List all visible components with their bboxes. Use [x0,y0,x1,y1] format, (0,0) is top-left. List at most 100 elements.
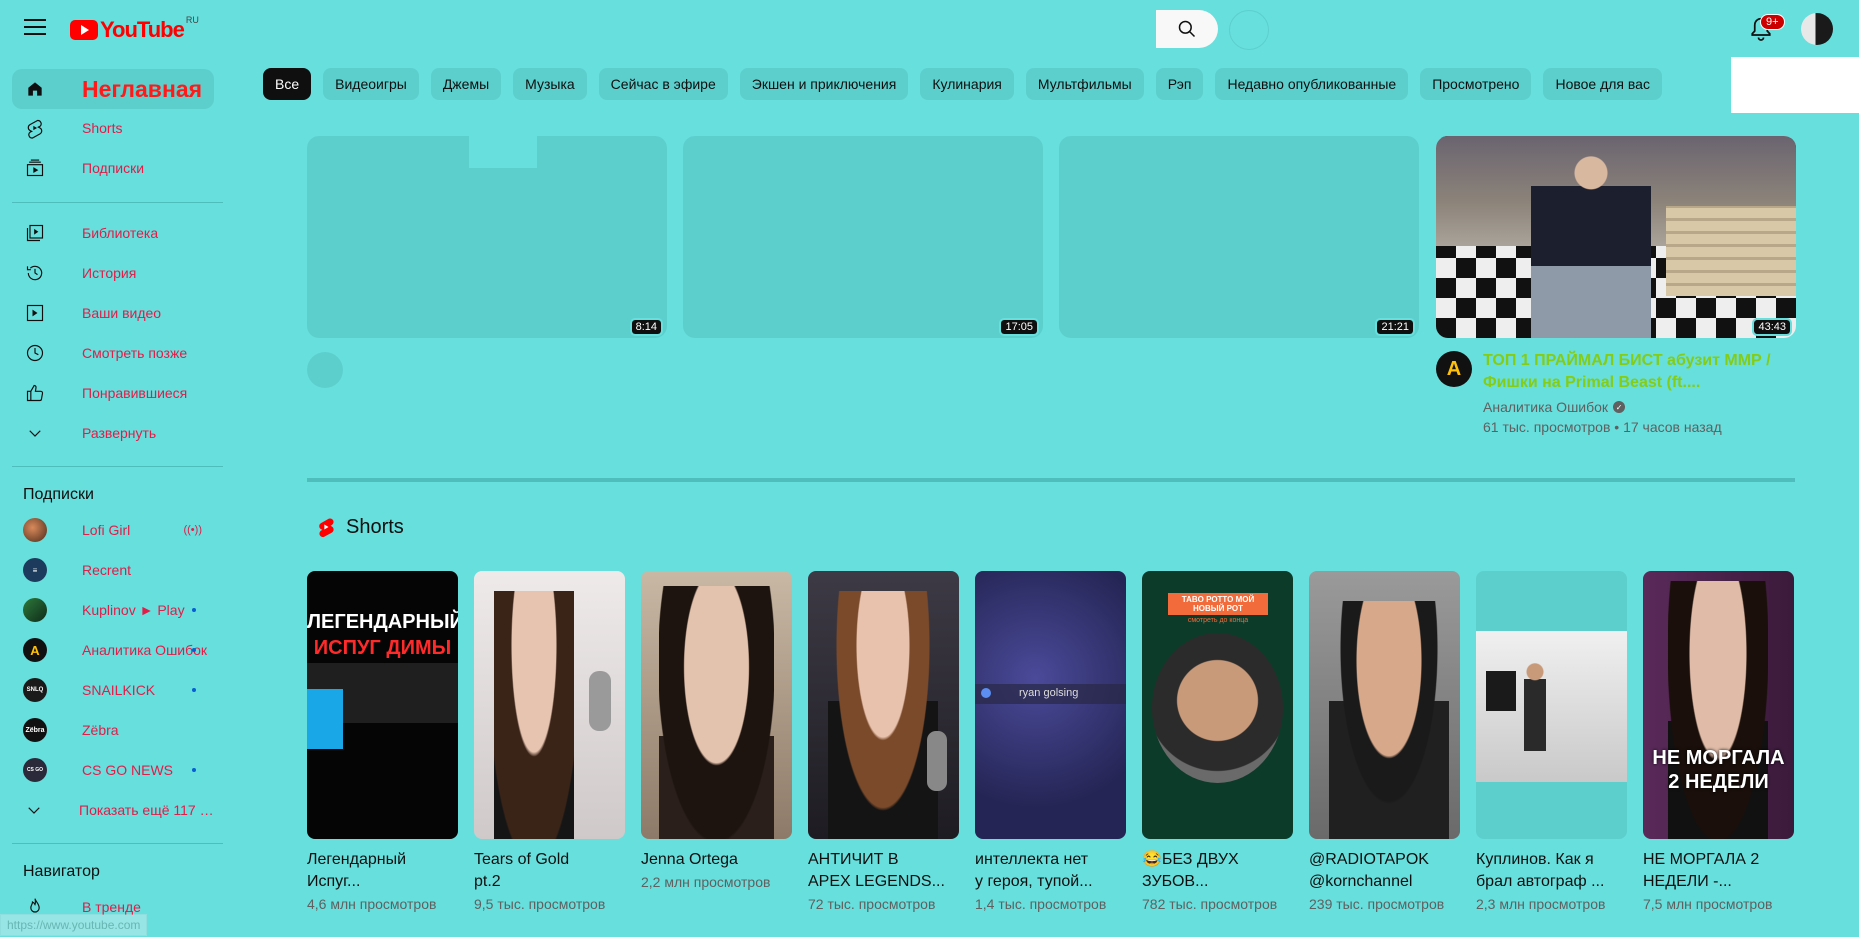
short-views: 2,3 млн просмотров [1476,896,1606,912]
account-avatar[interactable] [1801,13,1833,45]
sidebar-item-history[interactable]: История [12,253,214,293]
chip[interactable]: Видеоигры [323,68,419,100]
short-views: 239 тыс. просмотров [1309,896,1445,912]
sidebar-item-expand[interactable]: Развернуть [12,413,214,453]
short-thumbnail[interactable] [808,571,959,839]
short-info[interactable]: интеллекта нет у героя, тупой... 1,4 тыс… [975,849,1125,916]
short-thumbnail[interactable]: НЕ МОРГАЛА 2 НЕДЕЛИ [1643,571,1794,839]
chip[interactable]: Экшен и приключения [739,68,909,100]
section-divider [307,478,1795,482]
short-info[interactable]: АНТИЧИТ В APEX LEGENDS... 72 тыс. просмо… [808,849,958,916]
video-title[interactable]: ТОП 1 ПРАЙМАЛ БИСТ абузит ММР / Фишки на… [1483,350,1783,394]
chip[interactable]: Мультфильмы [1025,68,1144,100]
subscriptions-icon [23,156,47,180]
short-thumbnail[interactable]: ryan golsing [975,571,1126,839]
video-channel[interactable]: Аналитика Ошибок ✓ [1483,399,1626,415]
short-title-line: pt.2 [474,873,501,890]
short-title-line: у героя, тупой... [975,873,1093,890]
chip[interactable]: Рэп [1155,68,1204,100]
short-title-line: 😂БЕЗ ДВУХ [1142,851,1239,868]
youtube-play-icon [70,20,98,40]
short-title-line: Испуг... [307,873,361,890]
channel-avatar-placeholder [307,352,343,388]
shorts-heading: Shorts [346,515,404,538]
chevron-down-icon [23,798,44,822]
chevron-down-icon [23,421,47,445]
search-button[interactable] [1156,10,1218,48]
shorts-section-header: Shorts [316,515,404,539]
youtube-logo[interactable]: YouTube RU [70,15,199,43]
chip-all[interactable]: Все [263,68,312,100]
sidebar-channel-snailkick[interactable]: SNLQ SNAILKICK [12,670,214,710]
sidebar-item-shorts[interactable]: Shorts [12,108,214,148]
short-info[interactable]: 😂БЕЗ ДВУХ ЗУБОВ... 782 тыс. просмотров [1142,849,1292,916]
chip[interactable]: Джемы [430,68,502,100]
short-image-frame [1476,631,1627,782]
new-content-dot [192,688,196,692]
short-overlay-text: ЛЕГЕНДАРНЫЙ [307,611,458,633]
channel-avatar [23,518,47,542]
short-thumbnail[interactable] [1309,571,1460,839]
sidebar-channel-zebra[interactable]: Zëbra Zёbra [12,710,214,750]
video-thumbnail[interactable]: 8:14 [307,136,667,338]
voice-search-button[interactable] [1229,10,1269,50]
sidebar-item-liked[interactable]: Понравившиеся [12,373,214,413]
sidebar-item-label: Смотреть позже [82,345,188,361]
thumbs-up-icon [23,381,47,405]
notification-count-badge: 9+ [1760,14,1785,30]
video-thumbnail[interactable]: 17:05 [683,136,1043,338]
chip[interactable]: Просмотрено [1420,68,1532,100]
new-content-dot [192,648,196,652]
short-info[interactable]: Tears of Gold pt.2 9,5 тыс. просмотров [474,849,624,916]
video-thumbnail[interactable]: 21:21 [1059,136,1419,338]
navigator-heading: Навигатор [23,863,100,880]
video-duration: 21:21 [1375,318,1415,336]
short-thumbnail[interactable]: TABO РОТТО МОЙ НОВЫЙ РОТ смотреть до кон… [1142,571,1293,839]
short-title-line: интеллекта нет [975,851,1089,868]
chip[interactable]: Новое для вас [1543,68,1662,100]
short-image-person [659,586,774,839]
chip[interactable]: Недавно опубликованные [1215,68,1409,100]
short-thumbnail[interactable] [474,571,625,839]
short-thumbnail[interactable] [641,571,792,839]
history-icon [23,261,47,285]
chip[interactable]: Музыка [513,68,587,100]
channel-avatar[interactable]: A [1436,351,1472,387]
sidebar-channel-lofi-girl[interactable]: Lofi Girl ((•)) [12,510,214,550]
watch-later-icon [23,341,47,365]
sidebar-item-label: В тренде [82,899,141,915]
short-info[interactable]: @RADIOTAPOK @kornchannel 239 тыс. просмо… [1309,849,1459,916]
short-image-person [494,591,574,839]
sidebar-item-library[interactable]: Библиотека [12,213,214,253]
menu-icon[interactable] [24,19,46,37]
sidebar-show-more[interactable]: Показать ещё 117 каналов [12,790,214,830]
short-image-block [307,689,343,749]
short-info[interactable]: НЕ МОРГАЛА 2 НЕДЕЛИ -... 7,5 млн просмот… [1643,849,1793,916]
sidebar-item-label: Zёbra [82,722,119,738]
sidebar-channel-kuplinov[interactable]: Kuplinov ► Play [12,590,214,630]
channel-avatar: ≡ [23,558,47,582]
short-image-banner [1486,671,1516,711]
sidebar-item-label: Ваши видео [82,305,162,321]
short-thumbnail[interactable] [1476,571,1627,839]
your-videos-icon [23,301,47,325]
short-thumbnail[interactable]: ЛЕГЕНДАРНЫЙ ИСПУГ ДИМЫ [307,571,458,839]
sidebar-channel-analytics[interactable]: A Аналитика Ошибок [12,630,214,670]
chip[interactable]: Кулинария [920,68,1014,100]
sidebar-item-subscriptions[interactable]: Подписки [12,148,214,188]
sidebar-item-label: Lofi Girl [82,522,131,538]
sidebar-item-watch-later[interactable]: Смотреть позже [12,333,214,373]
short-title-line: Легендарный [307,851,407,868]
sidebar-channel-recrent[interactable]: ≡ Recrent [12,550,214,590]
video-thumbnail[interactable]: 43:43 [1436,136,1796,338]
status-bar-url: https://www.youtube.com [0,914,148,936]
thumbnail-image-counter [1666,206,1796,296]
logo-text: YouTube [100,17,185,42]
sidebar-item-home[interactable]: Неглавная [12,69,214,109]
sidebar-channel-csgo-news[interactable]: CS GO CS GO NEWS [12,750,214,790]
sidebar-item-your-videos[interactable]: Ваши видео [12,293,214,333]
short-info[interactable]: Легендарный Испуг... 4,6 млн просмотров [307,849,457,916]
short-info[interactable]: Куплинов. Как я брал автограф ... 2,3 мл… [1476,849,1626,916]
short-info[interactable]: Jenna Ortega 2,2 млн просмотров [641,849,791,894]
chip[interactable]: Сейчас в эфире [598,68,728,100]
